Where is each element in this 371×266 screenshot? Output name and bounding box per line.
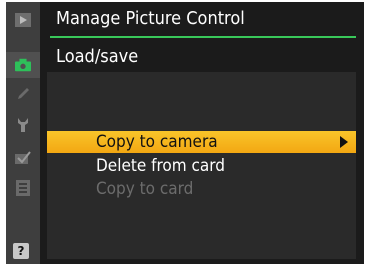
camera-icon[interactable] (15, 57, 31, 73)
menu-item-label: Delete from card (96, 156, 225, 176)
my-menu-icon[interactable] (15, 180, 31, 196)
menu-tab-rail: ? (6, 2, 40, 264)
page-subtitle: Load/save (56, 46, 139, 67)
menu-item-label: Copy to camera (96, 132, 218, 152)
title-divider (50, 36, 356, 38)
page-title: Manage Picture Control (56, 8, 245, 29)
wrench-icon[interactable] (15, 117, 31, 133)
submenu-arrow-icon (340, 136, 348, 148)
menu-item-copy-to-camera[interactable]: Copy to camera (47, 131, 356, 153)
retouch-icon[interactable] (15, 150, 31, 166)
menu-item-delete-from-card[interactable]: Delete from card (47, 155, 356, 177)
camera-menu-screen: ? Manage Picture Control Load/save Copy … (6, 2, 364, 264)
help-icon[interactable]: ? (13, 243, 29, 259)
menu-item-copy-to-card: Copy to card (47, 178, 356, 200)
playback-icon[interactable] (15, 12, 31, 28)
pencil-icon[interactable] (15, 86, 31, 102)
menu-item-label: Copy to card (96, 179, 194, 199)
